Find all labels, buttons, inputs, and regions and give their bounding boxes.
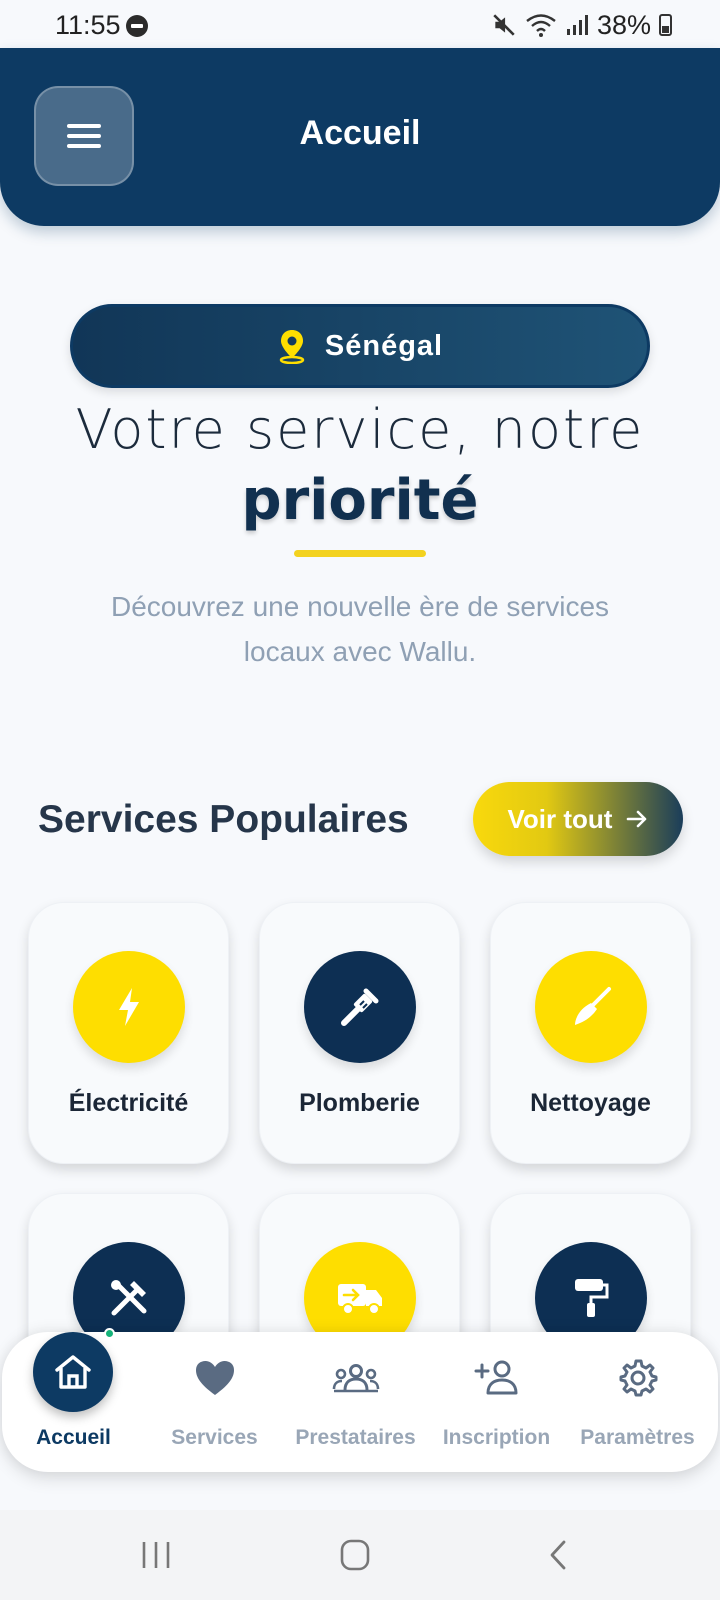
user-plus-icon [473, 1354, 521, 1402]
nav-label: Accueil [36, 1426, 111, 1449]
truck-icon [338, 1284, 382, 1315]
page-title: Accueil [299, 114, 421, 152]
lightning-icon [119, 988, 139, 1026]
home-system-icon[interactable] [336, 1538, 376, 1574]
users-icon [332, 1354, 380, 1402]
nav-item-parametres[interactable]: Paramètres [566, 1332, 709, 1472]
service-label: Nettoyage [530, 1089, 651, 1117]
service-icon-circle [73, 951, 185, 1063]
wifi-icon [526, 14, 556, 37]
battery-icon [659, 14, 672, 36]
nav-item-services[interactable]: Services [143, 1332, 286, 1472]
location-pin-icon [279, 330, 305, 364]
hero-description: Découvrez une nouvelle ère de services l… [110, 591, 610, 667]
wrench-icon [341, 988, 379, 1026]
service-card-plomberie[interactable]: Plomberie [259, 902, 460, 1164]
tools-icon [111, 1280, 147, 1316]
service-label: Électricité [68, 1089, 189, 1117]
nav-label: Prestataires [295, 1426, 416, 1449]
see-all-button[interactable]: Voir tout [473, 782, 683, 856]
status-indicators: 38% [491, 10, 672, 40]
service-icon-circle [304, 951, 416, 1063]
active-indicator-dot [104, 1328, 115, 1339]
nav-item-prestataires[interactable]: Prestataires [284, 1332, 427, 1472]
nav-label: Paramètres [580, 1426, 695, 1449]
signal-icon [566, 15, 588, 35]
status-time: 11:55 [55, 10, 121, 40]
hero-headline: Votre service, notre [75, 398, 645, 461]
bottom-navigation: Accueil Services Prestataires Inscriptio… [2, 1332, 718, 1472]
gear-icon [614, 1354, 662, 1402]
see-all-label: Voir tout [507, 803, 613, 834]
arrow-right-icon [627, 810, 647, 828]
service-card-electricite[interactable]: Électricité [28, 902, 229, 1164]
home-icon [55, 1355, 91, 1389]
system-navigation-bar [0, 1510, 720, 1600]
nav-item-inscription[interactable]: Inscription [425, 1332, 568, 1472]
do-not-disturb-icon [126, 15, 148, 37]
location-selector[interactable]: Sénégal [70, 304, 650, 388]
back-icon[interactable] [540, 1538, 580, 1574]
hero-headline-emphasis: priorité [241, 468, 479, 533]
service-card-nettoyage[interactable]: Nettoyage [490, 902, 691, 1164]
status-bar: 11:55 38% [0, 0, 720, 50]
location-label: Sénégal [324, 329, 444, 362]
broom-icon [575, 987, 611, 1025]
heart-icon [191, 1354, 239, 1402]
service-label: Plomberie [299, 1089, 420, 1117]
app-header: Accueil [0, 48, 720, 226]
service-icon-circle [535, 951, 647, 1063]
battery-percent: 38% [596, 9, 651, 40]
screen: 11:55 38% Accueil Sénégal Votre service,… [0, 0, 720, 1600]
section-title: Services Populaires [38, 798, 409, 841]
recent-apps-icon[interactable] [136, 1538, 176, 1574]
paint-roller-icon [575, 1279, 609, 1317]
nav-label: Inscription [442, 1426, 551, 1449]
nav-label: Services [171, 1426, 258, 1449]
mute-icon [493, 14, 515, 36]
nav-active-home-button[interactable] [33, 1332, 113, 1412]
hero-underline [294, 550, 426, 557]
